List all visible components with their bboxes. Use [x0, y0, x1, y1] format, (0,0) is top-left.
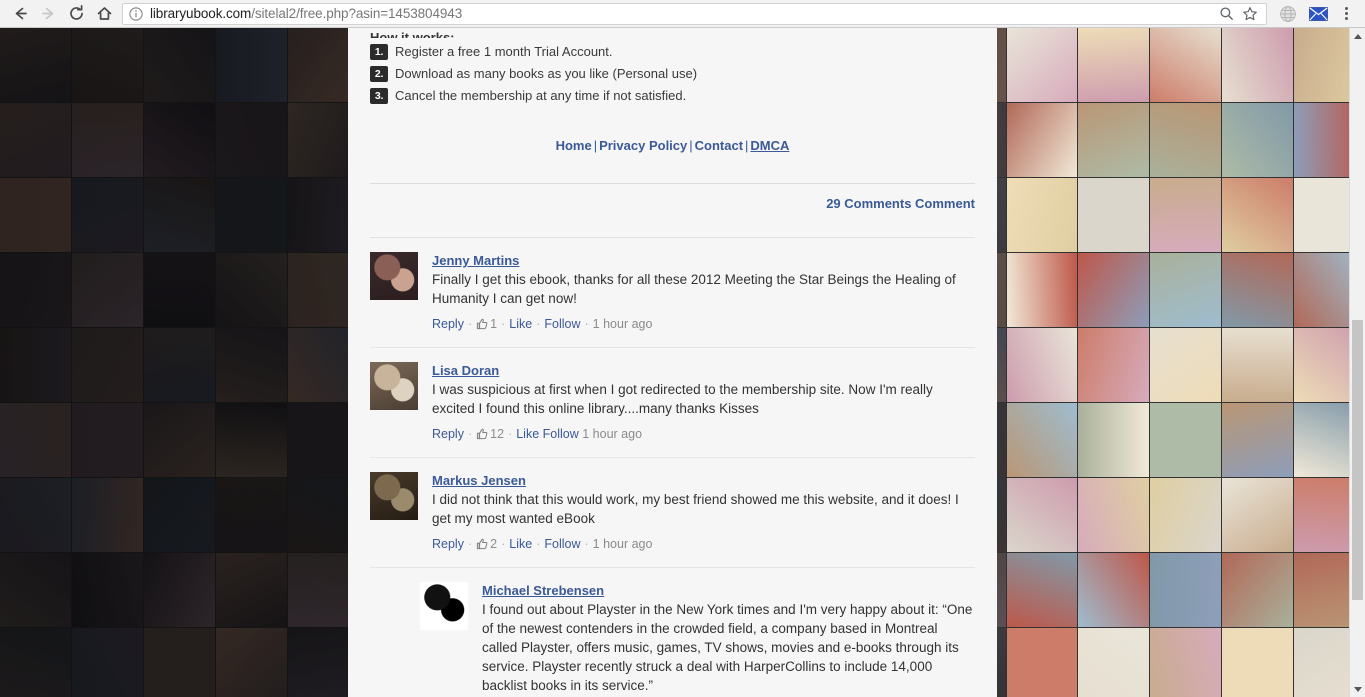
how-it-works-step: 1. Register a free 1 month Trial Account… [370, 43, 975, 60]
omnibox-actions [1214, 3, 1262, 25]
step-number-badge: 2. [370, 66, 388, 82]
follow-link[interactable]: Follow [544, 537, 580, 551]
url-path: /sitelal2/free.php?asin=1453804943 [251, 6, 463, 21]
comments-header: 29 Comments Comment [370, 184, 975, 211]
step-text: Download as many books as you like (Pers… [395, 66, 698, 81]
how-it-works-title: How it works: [370, 30, 455, 38]
page-viewport: How it works: 1. Register a free 1 month… [0, 28, 1365, 697]
footer-link-dmca[interactable]: DMCA [750, 138, 789, 153]
back-button[interactable] [6, 0, 34, 28]
comment-body: Michael Strebensen I found out about Pla… [482, 582, 975, 697]
step-text: Cancel the membership at any time if not… [395, 88, 687, 103]
comment-author-name[interactable]: Lisa Doran [432, 363, 499, 378]
action-separator: · [584, 537, 589, 551]
like-link[interactable]: Like [509, 537, 532, 551]
thumbs-up-icon [476, 538, 488, 554]
action-separator: · [584, 317, 589, 331]
follow-link[interactable]: Follow [544, 317, 580, 331]
comment-actions: Reply · 1 · Like · Follow · 1 hour ago [432, 316, 975, 334]
comment-body: Jenny Martins Finally I get this ebook, … [432, 252, 975, 334]
site-info-icon[interactable] [129, 6, 143, 21]
avatar [420, 582, 468, 630]
action-separator: · [501, 317, 506, 331]
comment-timestamp: 1 hour ago [592, 317, 653, 331]
like-count: 2 [490, 537, 498, 551]
comments-count-label[interactable]: 29 Comments Comment [826, 196, 975, 211]
reply-link[interactable]: Reply [432, 427, 464, 441]
reload-button[interactable] [62, 0, 90, 28]
page-content-panel: How it works: 1. Register a free 1 month… [348, 28, 997, 697]
comment-list: Jenny Martins Finally I get this ebook, … [348, 238, 997, 697]
footer-link-contact[interactable]: Contact [695, 138, 743, 153]
browser-menu-button[interactable] [1333, 0, 1359, 28]
reply-link[interactable]: Reply [432, 317, 464, 331]
comment-actions: Reply · 2 · Like · Follow · 1 hour ago [432, 536, 975, 554]
mail-envelope-icon[interactable] [1303, 0, 1333, 28]
reply-link[interactable]: Reply [432, 537, 464, 551]
address-bar[interactable]: libraryubook.com/sitelal2/free.php?asin=… [122, 2, 1267, 25]
footer-links: Home | Privacy Policy | Contact | DMCA [370, 138, 975, 153]
comment-item-reply: Michael Strebensen I found out about Pla… [370, 568, 975, 697]
step-number-badge: 1. [370, 44, 388, 60]
comment-author-name[interactable]: Jenny Martins [432, 253, 519, 268]
step-number-badge: 3. [370, 88, 388, 104]
how-it-works-step: 3. Cancel the membership at any time if … [370, 87, 975, 104]
comment-author-name[interactable]: Michael Strebensen [482, 583, 604, 598]
comment-body: Markus Jensen I did not think that this … [432, 472, 975, 554]
footer-link-home[interactable]: Home [556, 138, 592, 153]
action-separator: · [508, 427, 513, 441]
comment-timestamp: 1 hour ago [582, 427, 643, 441]
action-separator: · [467, 427, 473, 441]
follow-link[interactable]: Follow [543, 427, 579, 441]
how-it-works-section: How it works: 1. Register a free 1 month… [348, 28, 997, 238]
like-link[interactable]: Like [509, 317, 532, 331]
comment-item: Markus Jensen I did not think that this … [370, 458, 975, 568]
scrollbar-thumb[interactable] [1352, 320, 1363, 600]
home-button[interactable] [90, 0, 118, 28]
like-count: 1 [490, 317, 498, 331]
like-count: 12 [490, 427, 505, 441]
action-separator: · [501, 537, 506, 551]
thumbs-up-icon [476, 428, 488, 444]
extension-globe-icon[interactable] [1273, 0, 1303, 28]
avatar [370, 362, 418, 410]
bookmark-star-icon[interactable] [1238, 3, 1262, 25]
avatar [370, 472, 418, 520]
url-host: libraryubook.com [150, 6, 252, 21]
browser-toolbar: libraryubook.com/sitelal2/free.php?asin=… [0, 0, 1365, 28]
comment-text: I was suspicious at first when I got red… [432, 382, 933, 416]
search-icon[interactable] [1214, 3, 1238, 25]
avatar [370, 252, 418, 300]
comment-body: Lisa Doran I was suspicious at first whe… [432, 362, 975, 444]
footer-separator: | [593, 138, 598, 153]
page-scrollbar[interactable] [1349, 28, 1365, 697]
footer-separator: | [689, 138, 693, 153]
comment-item: Lisa Doran I was suspicious at first whe… [370, 348, 975, 458]
thumbs-up-icon [476, 318, 488, 334]
footer-link-privacy-policy[interactable]: Privacy Policy [599, 138, 687, 153]
action-separator: · [536, 317, 541, 331]
comment-timestamp: 1 hour ago [592, 537, 653, 551]
extension-icons [1273, 0, 1359, 28]
url-text: libraryubook.com/sitelal2/free.php?asin=… [150, 6, 462, 21]
footer-separator: | [745, 138, 749, 153]
comment-author-name[interactable]: Markus Jensen [432, 473, 526, 488]
how-it-works-step: 2. Download as many books as you like (P… [370, 65, 975, 82]
like-link[interactable]: Like [516, 427, 539, 441]
step-text: Register a free 1 month Trial Account. [395, 44, 613, 59]
comment-text: I did not think that this would work, my… [432, 492, 959, 526]
comment-actions: Reply · 12 · Like Follow 1 hour ago [432, 426, 975, 444]
action-separator: · [467, 537, 473, 551]
forward-button [34, 0, 62, 28]
scroll-down-arrow[interactable] [1350, 681, 1365, 697]
scroll-up-arrow[interactable] [1350, 28, 1365, 44]
action-separator: · [536, 537, 541, 551]
comment-text: I found out about Playster in the New Yo… [482, 602, 973, 693]
comment-item: Jenny Martins Finally I get this ebook, … [370, 238, 975, 348]
comment-text: Finally I get this ebook, thanks for all… [432, 272, 956, 306]
action-separator: · [467, 317, 473, 331]
